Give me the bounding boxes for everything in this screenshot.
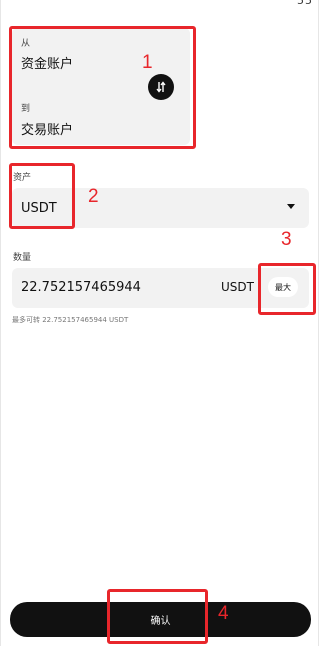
annotation-number-3: 3 (281, 229, 292, 250)
annotation-box-1 (9, 26, 196, 149)
annotation-box-3 (258, 263, 316, 315)
annotation-number-4: 4 (218, 603, 229, 624)
status-indicator: 55 (297, 0, 313, 7)
amount-value: 22.752157465944 (21, 280, 141, 295)
caret-down-icon (287, 204, 295, 209)
amount-label: 数量 (13, 253, 32, 263)
right-edge (318, 0, 319, 646)
amount-unit: USDT (221, 280, 254, 294)
annotation-number-2: 2 (88, 186, 99, 207)
annotation-number-1: 1 (142, 52, 153, 73)
available-balance-text: 最多可转 22.752157465944 USDT (12, 316, 129, 324)
annotation-box-4 (107, 589, 208, 644)
left-edge (0, 0, 1, 646)
annotation-box-2 (9, 163, 75, 229)
